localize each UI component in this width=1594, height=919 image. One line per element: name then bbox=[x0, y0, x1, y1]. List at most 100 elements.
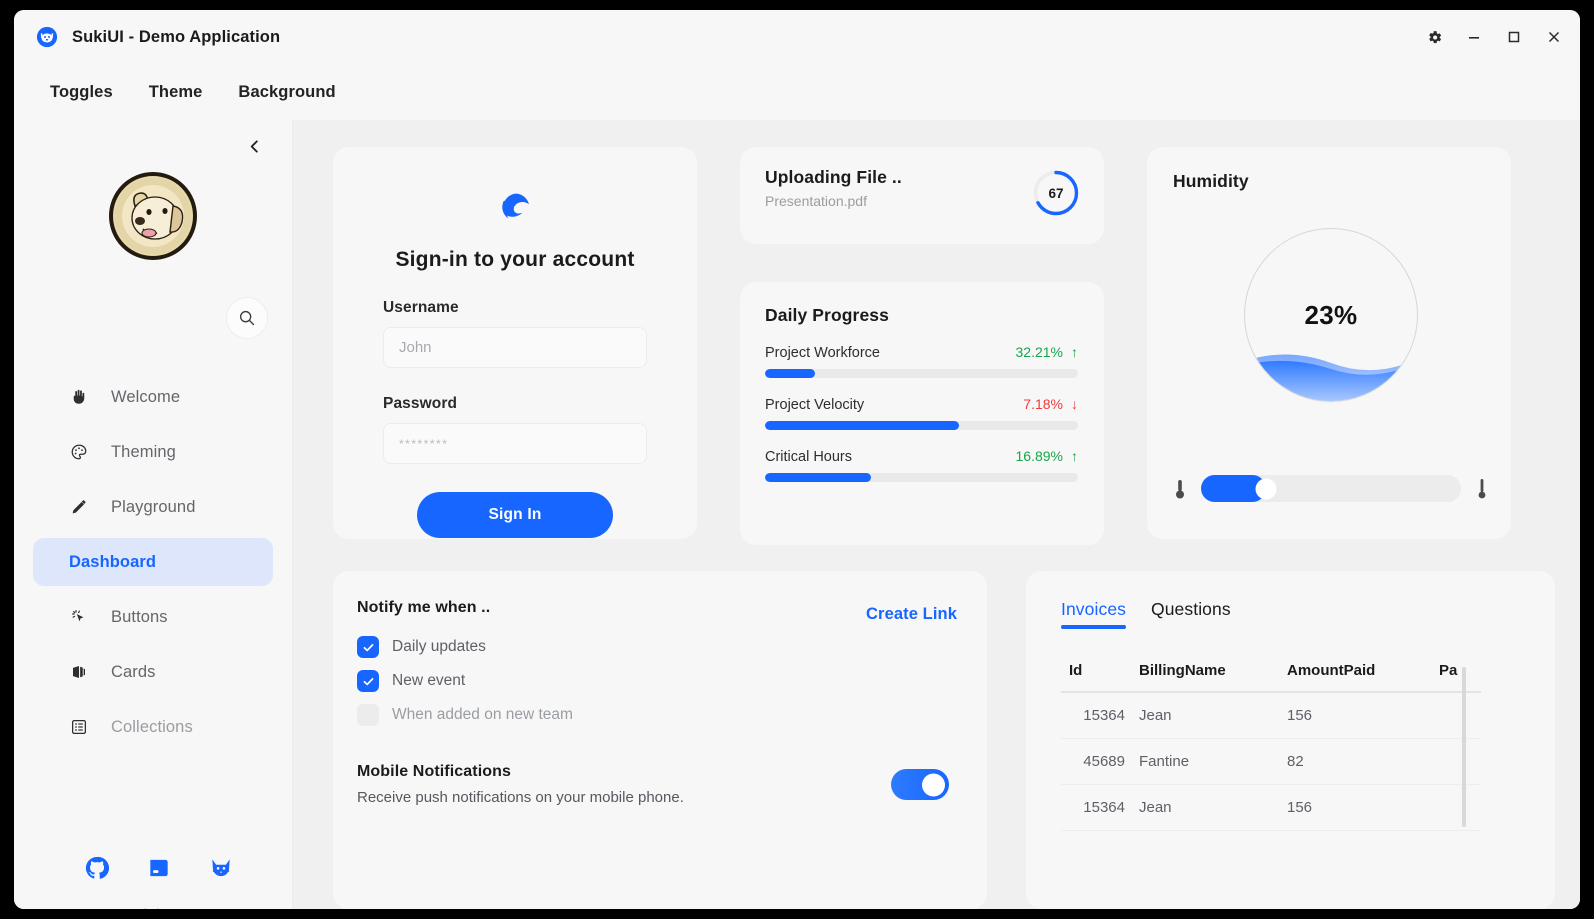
menu-item-toggles[interactable]: Toggles bbox=[36, 76, 127, 109]
cell-paiddate bbox=[1439, 707, 1481, 724]
checkbox-row[interactable]: Daily updates bbox=[357, 636, 957, 658]
upload-progress-ring: 67 bbox=[1032, 169, 1080, 217]
title-bar: SukiUI - Demo Application bbox=[14, 10, 1580, 64]
search-button[interactable] bbox=[226, 297, 268, 339]
checkbox-label: Daily updates bbox=[392, 638, 486, 655]
progress-track bbox=[765, 369, 1078, 378]
settings-button[interactable] bbox=[1414, 19, 1454, 55]
cell-amountpaid: 82 bbox=[1287, 753, 1304, 770]
sidebar-item-cards[interactable]: Cards bbox=[33, 648, 273, 696]
sidebar-item-collections[interactable]: Collections bbox=[33, 703, 273, 751]
avatar[interactable] bbox=[109, 172, 197, 260]
humidity-slider[interactable] bbox=[1201, 475, 1461, 502]
humidity-card: Humidity 23% bbox=[1147, 147, 1511, 539]
sidebar-item-playground[interactable]: Playground bbox=[33, 483, 273, 531]
maximize-button[interactable] bbox=[1494, 19, 1534, 55]
upload-progress-value: 67 bbox=[1048, 185, 1064, 201]
sidebar-item-label: Welcome bbox=[111, 387, 181, 406]
sidebar-item-buttons[interactable]: Buttons bbox=[33, 593, 273, 641]
password-input[interactable]: ******** bbox=[383, 423, 647, 464]
progress-name: Critical Hours bbox=[765, 449, 853, 465]
checkbox-label: When added on new team bbox=[392, 706, 573, 723]
table-scrollbar[interactable] bbox=[1462, 667, 1466, 827]
checkbox-new-event[interactable] bbox=[357, 670, 379, 692]
window-title: SukiUI - Demo Application bbox=[72, 27, 281, 46]
minimize-button[interactable] bbox=[1454, 19, 1494, 55]
close-button[interactable] bbox=[1534, 19, 1574, 55]
create-link-button[interactable]: Create Link bbox=[866, 605, 957, 624]
sidebar-scroll-hint[interactable] bbox=[142, 906, 161, 909]
progress-item: Critical Hours 16.89% ↑ bbox=[765, 448, 1078, 482]
menu-item-background[interactable]: Background bbox=[224, 76, 349, 109]
sidebar: Welcome Theming Playground Dashboard But… bbox=[14, 120, 293, 909]
sidebar-collapse-button[interactable] bbox=[240, 132, 268, 160]
hand-wave-icon bbox=[69, 387, 89, 407]
github-icon[interactable] bbox=[84, 855, 110, 881]
checkbox-row[interactable]: When added on new team bbox=[357, 704, 957, 726]
progress-percent: 7.18% bbox=[1023, 396, 1063, 412]
progress-item: Project Workforce 32.21% ↑ bbox=[765, 344, 1078, 378]
sidebar-item-dashboard[interactable]: Dashboard bbox=[33, 538, 273, 586]
invoices-card: Invoices Questions Id BillingName Amount… bbox=[1026, 571, 1555, 909]
table-row[interactable]: 15364 Jean 156 bbox=[1061, 785, 1481, 831]
progress-fill bbox=[765, 369, 816, 378]
checkbox-new-team[interactable] bbox=[357, 704, 379, 726]
progress-percent: 32.21% bbox=[1015, 344, 1063, 360]
sidebar-item-label: Cards bbox=[111, 662, 156, 681]
column-header-amountpaid[interactable]: AmountPaid bbox=[1287, 662, 1439, 679]
maximize-icon bbox=[1508, 31, 1520, 43]
slider-thumb[interactable] bbox=[1255, 478, 1277, 499]
sidebar-social-links bbox=[14, 855, 292, 881]
cell-billingname: Jean bbox=[1139, 799, 1172, 816]
tab-questions[interactable]: Questions bbox=[1151, 599, 1231, 629]
humidity-gauge: 23% bbox=[1244, 228, 1418, 402]
edge-logo-icon bbox=[501, 193, 529, 219]
cell-id: 15364 bbox=[1083, 799, 1125, 816]
application-window: SukiUI - Demo Application Toggles Theme … bbox=[14, 10, 1580, 909]
sidebar-search-row bbox=[14, 297, 292, 339]
progress-fill bbox=[765, 473, 872, 482]
cell-amountpaid: 156 bbox=[1287, 799, 1313, 816]
daily-progress-title: Daily Progress bbox=[765, 305, 889, 325]
signin-button[interactable]: Sign In bbox=[417, 492, 613, 538]
thermometer-low-icon bbox=[1176, 479, 1184, 498]
check-icon bbox=[363, 677, 373, 685]
cat-icon[interactable] bbox=[208, 855, 234, 881]
progress-header: Project Velocity 7.18% ↓ bbox=[765, 396, 1078, 413]
column-header-paiddate[interactable]: Pa bbox=[1439, 662, 1481, 679]
tab-invoices[interactable]: Invoices bbox=[1061, 599, 1126, 629]
sidebar-item-welcome[interactable]: Welcome bbox=[33, 373, 273, 421]
mobile-notifications-toggle[interactable] bbox=[891, 769, 949, 800]
cards-icon bbox=[69, 662, 89, 682]
top-row: Sign-in to your account Username John Pa… bbox=[333, 147, 1555, 545]
column-header-id[interactable]: Id bbox=[1061, 662, 1139, 679]
table-row[interactable]: 15364 Jean 156 bbox=[1061, 693, 1481, 739]
sidebar-collapse-row bbox=[14, 126, 292, 166]
docs-book-icon[interactable] bbox=[146, 855, 172, 881]
humidity-value: 23% bbox=[1304, 299, 1358, 330]
toggle-knob bbox=[922, 773, 945, 796]
gear-icon bbox=[1428, 30, 1441, 43]
cell-id: 45689 bbox=[1083, 753, 1125, 770]
checkbox-row[interactable]: New event bbox=[357, 670, 957, 692]
cell-amountpaid: 156 bbox=[1287, 707, 1313, 724]
table-row[interactable]: 45689 Fantine 82 bbox=[1061, 739, 1481, 785]
sidebar-item-theming[interactable]: Theming bbox=[33, 428, 273, 476]
body: Welcome Theming Playground Dashboard But… bbox=[14, 120, 1580, 909]
column-header-billingname[interactable]: BillingName bbox=[1139, 662, 1287, 679]
menu-item-theme[interactable]: Theme bbox=[135, 76, 217, 109]
middle-column: Uploading File .. Presentation.pdf 67 Da… bbox=[740, 147, 1104, 545]
trend-down-icon: ↓ bbox=[1071, 396, 1078, 412]
username-input[interactable]: John bbox=[383, 327, 647, 368]
bottom-row: Notify me when .. Create Link Daily upda… bbox=[333, 571, 1555, 909]
cell-billingname: Jean bbox=[1139, 707, 1172, 724]
invoices-table: Id BillingName AmountPaid Pa 15364 Jean … bbox=[1061, 662, 1481, 831]
avatar-wrapper bbox=[14, 172, 292, 260]
progress-name: Project Velocity bbox=[765, 397, 865, 413]
humidity-slider-row bbox=[1173, 475, 1489, 502]
trend-up-icon: ↑ bbox=[1071, 344, 1078, 360]
password-label: Password bbox=[383, 395, 458, 412]
pencil-icon bbox=[69, 497, 89, 517]
signin-card: Sign-in to your account Username John Pa… bbox=[333, 147, 697, 539]
checkbox-daily-updates[interactable] bbox=[357, 636, 379, 658]
